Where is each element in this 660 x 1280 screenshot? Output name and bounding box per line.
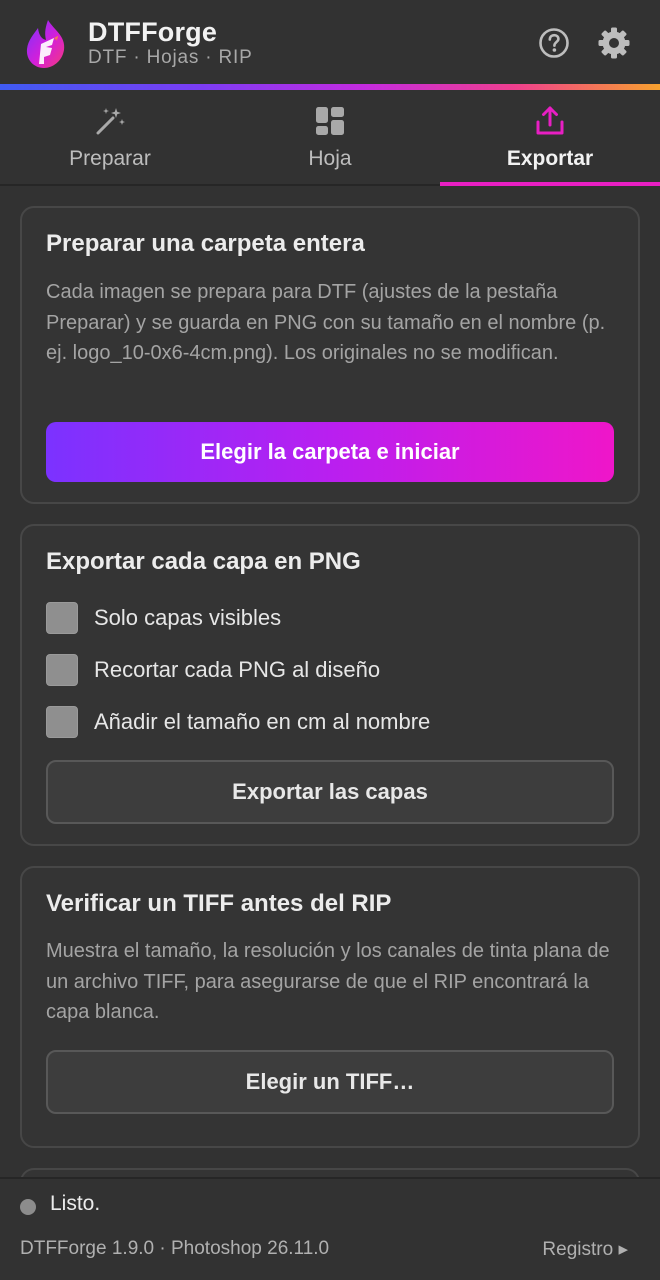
export-layers-button[interactable]: Exportar las capas <box>46 760 614 824</box>
card-description: Muestra el tamaño, la resolución y los c… <box>46 940 610 1023</box>
magic-wand-icon <box>96 108 125 135</box>
card-title: Preparar una carpeta entera <box>46 230 365 257</box>
checkbox[interactable] <box>46 706 78 738</box>
checkbox-label: Recortar cada PNG al diseño <box>94 657 381 682</box>
tab-hoja[interactable]: Hoja <box>220 90 440 184</box>
header: DTFForge DTF · Hojas · RIP <box>0 0 660 84</box>
status-text: Listo. <box>50 1192 101 1215</box>
dtfforge-logo <box>26 20 65 68</box>
status-indicator-dot <box>20 1199 36 1215</box>
checkbox-label: Añadir el tamaño en cm al nombre <box>94 709 431 734</box>
tab-preparar[interactable]: Preparar <box>0 90 220 184</box>
card-title: Verificar un TIFF antes del RIP <box>46 890 392 917</box>
app-panel: DTFForge DTF · Hojas · RIP Preparar Hoja… <box>0 0 660 1280</box>
tab-label: Preparar <box>69 147 151 170</box>
card-title: Exportar cada capa en PNG <box>46 548 361 575</box>
tab-exportar[interactable]: Exportar <box>440 90 660 186</box>
checkbox-label: Solo capas visibles <box>94 605 282 630</box>
help-button[interactable] <box>537 26 571 60</box>
choose-folder-start-button[interactable]: Elegir la carpeta e iniciar <box>46 422 614 482</box>
status-footer: Listo. DTFForge 1.9.0 · Photoshop 26.11.… <box>0 1177 660 1280</box>
help-circle-icon <box>539 28 569 58</box>
export-upload-icon <box>536 106 564 135</box>
layout-grid-icon <box>316 107 344 135</box>
card-description: Cada imagen se prepara para DTF (ajustes… <box>46 281 606 364</box>
tab-label: Hoja <box>308 147 352 170</box>
add-size-to-name-checkbox[interactable]: Añadir el tamaño en cm al nombre <box>46 706 430 738</box>
gear-icon <box>598 27 630 59</box>
tiff-check-card: Verificar un TIFF antes del RIP Muestra … <box>20 866 640 1148</box>
folder-export-card: Preparar una carpeta entera Cada imagen … <box>20 206 640 504</box>
trim-png-checkbox[interactable]: Recortar cada PNG al diseño <box>46 654 380 686</box>
checkbox[interactable] <box>46 654 78 686</box>
log-link[interactable]: Registro ▸ <box>542 1238 628 1261</box>
choose-tiff-button[interactable]: Elegir un TIFF… <box>46 1050 614 1114</box>
visible-layers-only-checkbox[interactable]: Solo capas visibles <box>46 602 281 634</box>
version-info: DTFForge 1.9.0 · Photoshop 26.11.0 <box>20 1238 330 1259</box>
app-title: DTFForge <box>88 17 218 47</box>
settings-button[interactable] <box>597 26 631 60</box>
tab-label: Exportar <box>506 147 594 170</box>
layers-export-card: Exportar cada capa en PNG Solo capas vis… <box>20 524 640 846</box>
tab-bar: Preparar Hoja Exportar <box>0 90 660 186</box>
checkbox[interactable] <box>46 602 78 634</box>
app-subtitle: DTF · Hojas · RIP <box>88 47 253 68</box>
